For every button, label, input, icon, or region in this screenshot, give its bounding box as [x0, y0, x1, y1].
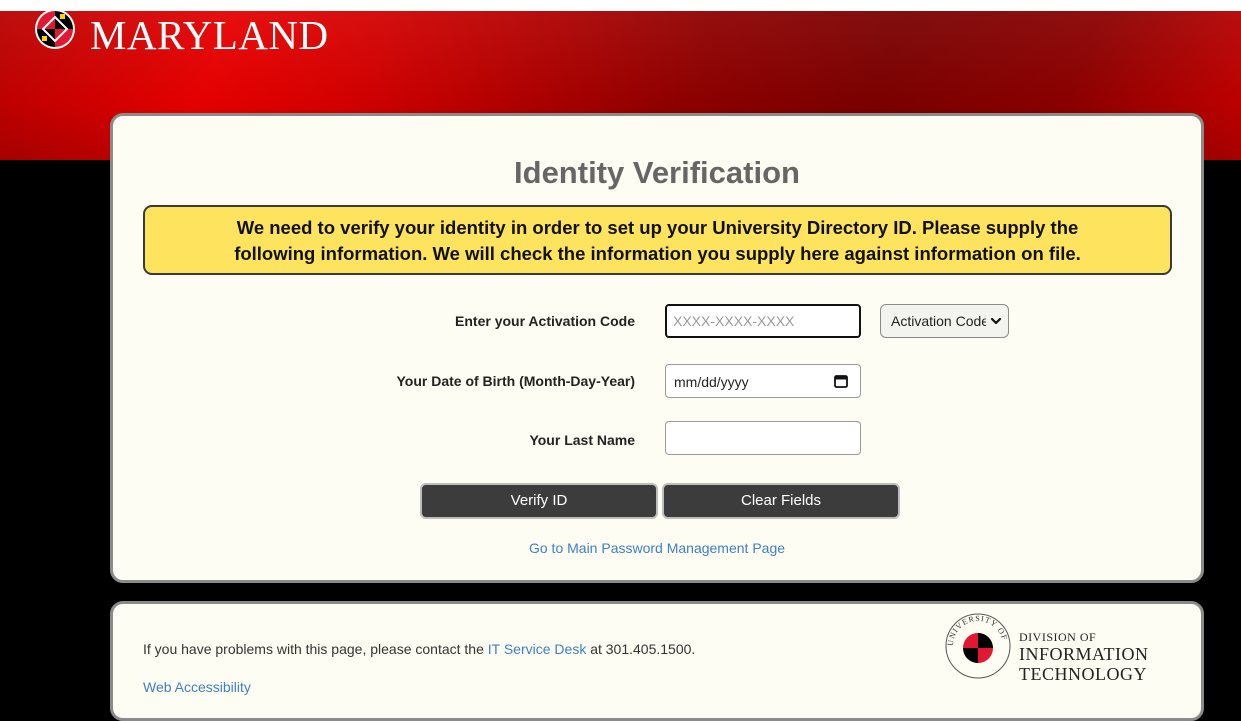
it-service-desk-link[interactable]: IT Service Desk	[488, 641, 587, 657]
dob-label: Your Date of Birth (Month-Day-Year)	[396, 373, 635, 389]
last-name-input[interactable]	[666, 422, 860, 454]
code-type-selected-value: Activation Code	[891, 313, 986, 329]
dit-logo-text: DIVISION OF INFORMATION TECHNOLOGY	[1019, 630, 1149, 684]
university-logo[interactable]: UNIVERSITY OF MARYLAND	[34, 0, 354, 60]
dob-placeholder: mm/dd/yyyy	[674, 374, 749, 390]
dit-line-2: INFORMATION	[1019, 644, 1149, 664]
university-seal-icon: UNIVERSITY OF MARYLAND	[945, 613, 1011, 679]
dit-line-1: DIVISION OF	[1019, 630, 1097, 644]
logo-maryland-text: MARYLAND	[90, 12, 329, 58]
dob-field[interactable]: mm/dd/yyyy	[665, 364, 861, 398]
maryland-flag-seal-icon	[35, 9, 75, 49]
footer-card: If you have problems with this page, ple…	[110, 601, 1204, 721]
help-suffix: at 301.405.1500.	[586, 641, 696, 657]
help-text: If you have problems with this page, ple…	[143, 641, 695, 657]
last-name-label: Your Last Name	[529, 432, 635, 448]
verify-id-button[interactable]: Verify ID	[420, 483, 658, 519]
chevron-down-icon	[990, 317, 1002, 325]
calendar-icon[interactable]	[834, 374, 848, 388]
identity-notice: We need to verify your identity in order…	[143, 205, 1172, 275]
notice-line-2: following information. We will check the…	[234, 243, 1081, 264]
main-password-management-link[interactable]: Go to Main Password Management Page	[113, 540, 1201, 556]
activation-code-field[interactable]	[665, 304, 861, 338]
clear-fields-button[interactable]: Clear Fields	[662, 483, 900, 519]
notice-line-1: We need to verify your identity in order…	[236, 217, 1079, 238]
code-type-select[interactable]: Activation Code	[880, 304, 1009, 338]
web-accessibility-link[interactable]: Web Accessibility	[143, 679, 251, 695]
help-prefix: If you have problems with this page, ple…	[143, 641, 488, 657]
activation-code-label: Enter your Activation Code	[455, 313, 635, 329]
dit-line-3: TECHNOLOGY	[1019, 664, 1147, 684]
page-title: Identity Verification	[514, 155, 800, 190]
last-name-field[interactable]	[665, 421, 861, 455]
identity-verification-card: Identity Verification We need to verify …	[110, 113, 1204, 583]
activation-code-input[interactable]	[667, 306, 859, 336]
